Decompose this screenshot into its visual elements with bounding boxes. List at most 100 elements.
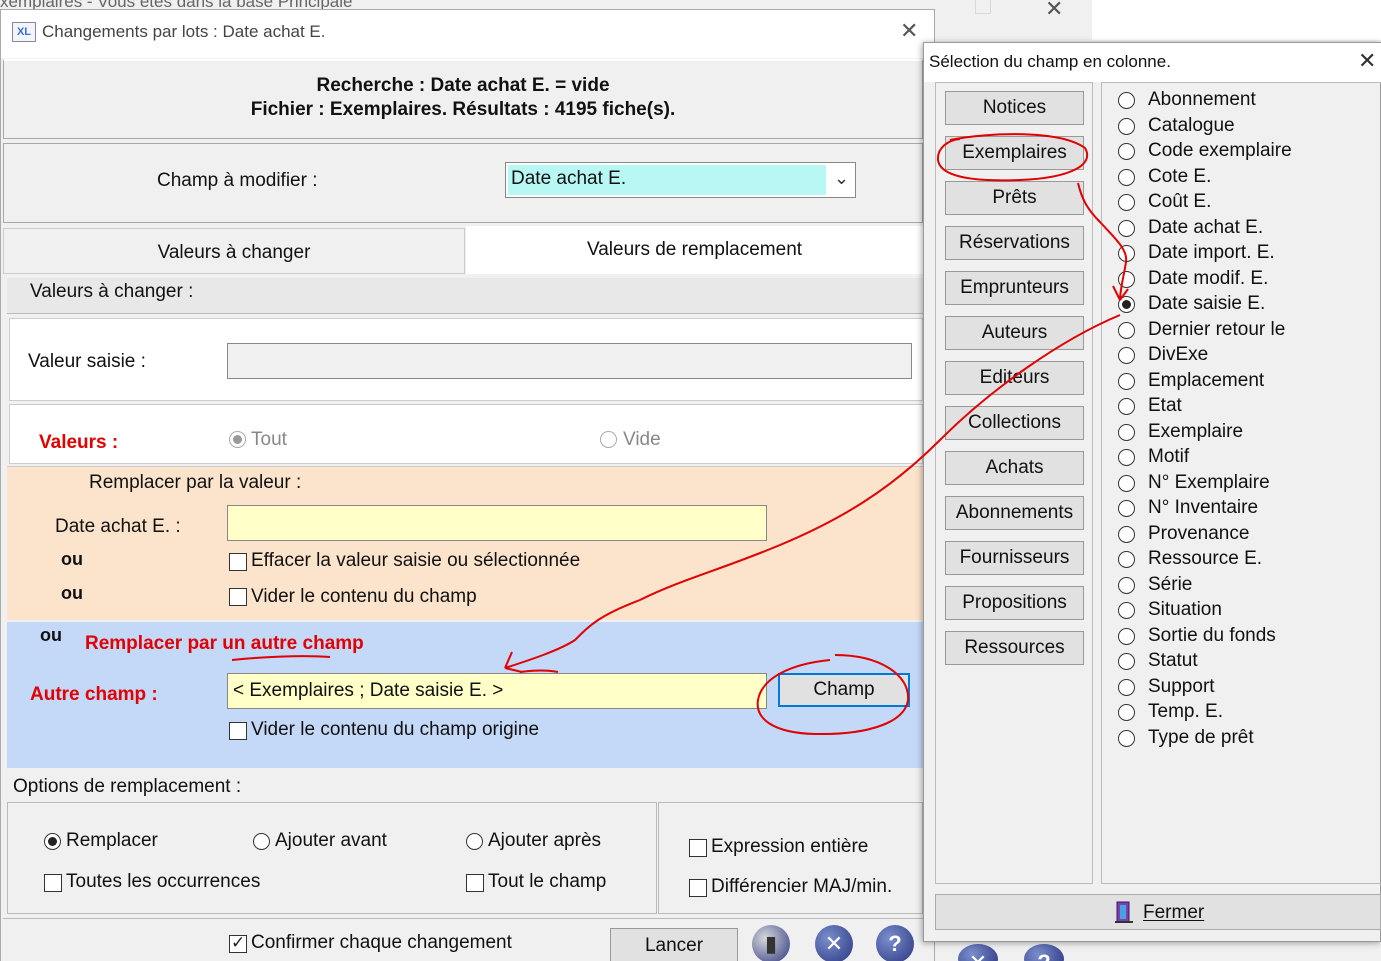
empty-origin-field-label: Vider le contenu du champ origine xyxy=(251,719,540,740)
category-button-exemplaires[interactable]: Exemplaires xyxy=(945,136,1084,170)
field-radio[interactable] xyxy=(1118,398,1135,415)
field-radio[interactable] xyxy=(1118,551,1135,568)
field-radio[interactable] xyxy=(1118,704,1135,721)
empty-origin-field-checkbox[interactable] xyxy=(229,722,247,740)
confirm-each-change-label: Confirmer chaque changement xyxy=(251,932,512,953)
field-label-selected: Date saisie E. xyxy=(1148,293,1266,314)
field-radio[interactable] xyxy=(1118,526,1135,543)
chevron-down-icon[interactable]: ⌄ xyxy=(834,168,849,189)
case-sensitive-checkbox[interactable] xyxy=(689,879,707,897)
radio-all[interactable] xyxy=(229,431,246,448)
tab-values-to-change[interactable]: Valeurs à changer xyxy=(3,228,465,274)
field-radio[interactable] xyxy=(1118,194,1135,211)
field-radio[interactable] xyxy=(1118,449,1135,466)
category-button-achats[interactable]: Achats xyxy=(945,451,1084,485)
note-icon[interactable]: ▮ xyxy=(752,925,790,961)
app-icon: XL xyxy=(12,22,36,42)
field-radio[interactable] xyxy=(1118,92,1135,109)
field-label: Etat xyxy=(1148,395,1182,416)
case-sensitive-label: Différencier MAJ/min. xyxy=(711,876,893,897)
field-radio[interactable] xyxy=(1118,347,1135,364)
search-results: Fichier : Exemplaires. Résultats : 4195 … xyxy=(250,99,676,120)
radio-add-before-label: Ajouter avant xyxy=(275,830,387,851)
popup-title: Sélection du champ en colonne. xyxy=(929,52,1171,71)
close-icon[interactable]: ✕ xyxy=(900,18,918,44)
background-window-controls xyxy=(1092,0,1381,40)
field-radio[interactable] xyxy=(1118,271,1135,288)
values-section-title: Valeurs à changer : xyxy=(30,281,194,302)
field-button[interactable]: Champ xyxy=(778,673,910,707)
category-button-ressources[interactable]: Ressources xyxy=(945,631,1084,665)
category-button-collections[interactable]: Collections xyxy=(945,406,1084,440)
field-label: Catalogue xyxy=(1148,115,1235,136)
dialog-title: Changements par lots : Date achat E. xyxy=(42,22,326,41)
close-button-label: Fermer xyxy=(1143,902,1205,923)
field-label: Dernier retour le xyxy=(1148,319,1286,340)
category-button-fournisseurs[interactable]: Fournisseurs xyxy=(945,541,1084,575)
tab-replacement-values[interactable]: Valeurs de remplacement xyxy=(466,226,923,274)
field-radio[interactable] xyxy=(1118,475,1135,492)
whole-field-checkbox[interactable] xyxy=(466,874,484,892)
values-label: Valeurs : xyxy=(39,432,119,453)
field-radio[interactable] xyxy=(1118,220,1135,237)
whole-expression-checkbox[interactable] xyxy=(689,839,707,857)
field-radio[interactable] xyxy=(1118,577,1135,594)
empty-field-label: Vider le contenu du champ xyxy=(251,586,477,607)
field-label: N° Inventaire xyxy=(1148,497,1259,518)
field-radio[interactable] xyxy=(1118,602,1135,619)
maximize-icon[interactable] xyxy=(975,0,991,14)
radio-replace[interactable] xyxy=(44,833,61,850)
category-button-auteurs[interactable]: Auteurs xyxy=(945,316,1084,350)
confirm-each-change-checkbox[interactable] xyxy=(229,933,247,953)
field-radio[interactable] xyxy=(1118,169,1135,186)
field-to-modify-value[interactable]: Date achat E. xyxy=(508,165,826,195)
close-icon[interactable]: ✕ xyxy=(1045,0,1063,22)
field-radio[interactable] xyxy=(1118,373,1135,390)
purchase-date-label: Date achat E. : xyxy=(55,516,181,537)
field-radio[interactable] xyxy=(1118,628,1135,645)
help-icon[interactable]: ? xyxy=(876,925,914,961)
category-button-notices[interactable]: Notices xyxy=(945,91,1084,125)
category-button-prets[interactable]: Prêts xyxy=(945,181,1084,215)
close-icon[interactable]: ✕ xyxy=(1358,48,1376,74)
field-radio[interactable] xyxy=(1118,245,1135,262)
field-radio[interactable] xyxy=(1118,118,1135,135)
field-radio[interactable] xyxy=(1118,679,1135,696)
category-button-propositions[interactable]: Propositions xyxy=(945,586,1084,620)
category-button-reservations[interactable]: Réservations xyxy=(945,226,1084,260)
run-button[interactable]: Lancer xyxy=(610,928,738,961)
replace-by-value-title: Remplacer par la valeur : xyxy=(89,472,302,493)
field-label: Support xyxy=(1148,676,1215,697)
cancel-icon[interactable]: ✕ xyxy=(815,925,853,961)
field-radio[interactable] xyxy=(1118,424,1135,441)
field-radio[interactable] xyxy=(1118,322,1135,339)
whole-field-label: Tout le champ xyxy=(488,871,607,892)
entered-value-label: Valeur saisie : xyxy=(28,351,146,372)
field-radio-selected[interactable] xyxy=(1118,296,1135,313)
entered-value-input[interactable] xyxy=(227,343,912,379)
or-label: ou xyxy=(61,583,83,603)
field-radio[interactable] xyxy=(1118,143,1135,160)
category-button-abonnements[interactable]: Abonnements xyxy=(945,496,1084,530)
radio-add-before[interactable] xyxy=(253,833,270,850)
radio-empty[interactable] xyxy=(600,431,617,448)
field-radio[interactable] xyxy=(1118,653,1135,670)
clear-entered-checkbox[interactable] xyxy=(229,553,247,571)
field-radio[interactable] xyxy=(1118,730,1135,747)
category-button-emprunteurs[interactable]: Emprunteurs xyxy=(945,271,1084,305)
field-label: Type de prêt xyxy=(1148,727,1254,748)
other-field-input[interactable]: < Exemplaires ; Date saisie E. > xyxy=(227,673,767,709)
all-occurrences-checkbox[interactable] xyxy=(44,874,62,892)
field-label: Coût E. xyxy=(1148,191,1212,212)
or-label: ou xyxy=(40,625,62,645)
radio-all-label: Tout xyxy=(251,429,287,450)
field-label: Temp. E. xyxy=(1148,701,1223,722)
field-label: Sortie du fonds xyxy=(1148,625,1276,646)
radio-add-after[interactable] xyxy=(466,833,483,850)
category-button-editeurs[interactable]: Editeurs xyxy=(945,361,1084,395)
field-label: Date modif. E. xyxy=(1148,268,1269,289)
empty-field-checkbox[interactable] xyxy=(229,588,247,606)
field-label: Provenance xyxy=(1148,523,1250,544)
purchase-date-input[interactable] xyxy=(227,505,767,541)
field-radio[interactable] xyxy=(1118,500,1135,517)
